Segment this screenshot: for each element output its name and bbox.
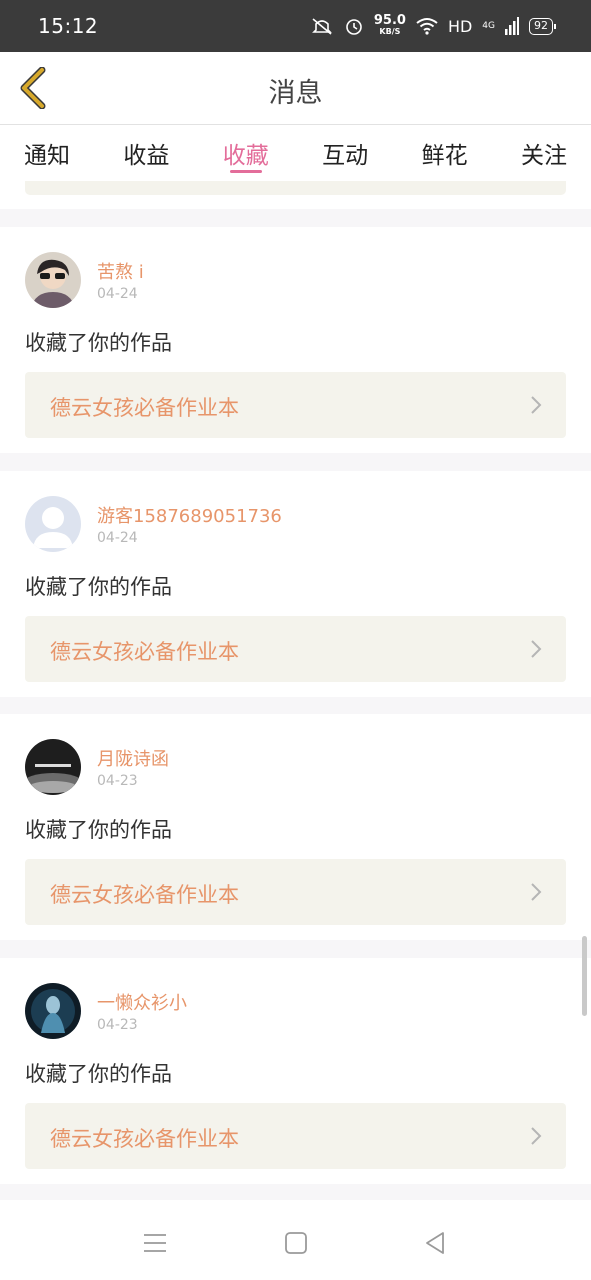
username[interactable]: 月陇诗函 [97,745,169,771]
alarm-icon [346,19,362,35]
tab-flowers[interactable]: 鲜花 [422,126,468,181]
signal-icon [505,17,519,35]
work-link[interactable]: 德云女孩必备作业本 [25,372,566,438]
page-title: 消息 [268,78,323,109]
tab-following[interactable]: 关注 [521,126,567,181]
scrollbar[interactable] [582,936,587,1016]
work-title: 德云女孩必备作业本 [50,640,239,664]
status-icons: 95.0 KB/S HD 4G 92 [310,13,556,37]
battery-indicator: 92 [529,17,556,35]
system-nav-bar [0,1200,591,1280]
speed-unit: KB/S [379,27,401,36]
message-feed[interactable]: 苦熬 i 04-24 收藏了你的作品 德云女孩必备作业本 游客158768905… [0,181,591,1200]
tab-notifications[interactable]: 通知 [24,126,70,181]
avatar[interactable] [25,496,81,552]
mute-icon [311,18,332,35]
back-triangle-icon[interactable] [422,1230,448,1256]
timestamp: 04-24 [97,530,138,546]
partial-work-link[interactable] [25,181,566,195]
tab-earnings[interactable]: 收益 [123,126,169,181]
message-card: 一懒众衫小 04-23 收藏了你的作品 德云女孩必备作业本 [0,958,591,1184]
chevron-right-icon [531,396,542,414]
chevron-right-icon [531,1127,542,1145]
username[interactable]: 一懒众衫小 [97,989,187,1015]
partial-card [0,181,591,209]
timestamp: 04-23 [97,1017,138,1033]
action-text: 收藏了你的作品 [25,1062,172,1086]
timestamp: 04-23 [97,773,138,789]
work-link[interactable]: 德云女孩必备作业本 [25,1103,566,1169]
username[interactable]: 游客1587689051736 [97,502,282,528]
speed-value: 95.0 [373,13,406,28]
hd-indicator: HD [447,16,473,36]
user-photo-icon [25,252,81,308]
network-type: 4G [482,20,495,31]
message-card: 苦熬 i 04-24 收藏了你的作品 德云女孩必备作业本 [0,227,591,453]
default-user-icon [25,496,81,552]
avatar[interactable] [25,252,81,308]
timestamp: 04-24 [97,286,138,302]
home-icon[interactable] [283,1230,309,1256]
tab-bar: 通知 收益 收藏 互动 鲜花 关注 [0,126,591,181]
wifi-icon [416,18,438,35]
dark-photo-icon [25,739,81,795]
blue-photo-icon [25,983,81,1039]
chevron-right-icon [531,640,542,658]
message-card: 月陇诗函 04-23 收藏了你的作品 德云女孩必备作业本 [0,714,591,940]
chevron-right-icon [531,883,542,901]
work-link[interactable]: 德云女孩必备作业本 [25,616,566,682]
message-card: 游客1587689051736 04-24 收藏了你的作品 德云女孩必备作业本 [0,471,591,697]
work-title: 德云女孩必备作业本 [50,396,239,420]
work-title: 德云女孩必备作业本 [50,1127,239,1151]
work-link[interactable]: 德云女孩必备作业本 [25,859,566,925]
network-speed: 95.0 KB/S [373,13,406,37]
status-bar: 15:12 95.0 KB/S HD 4G 92 [0,0,591,52]
avatar[interactable] [25,739,81,795]
work-title: 德云女孩必备作业本 [50,883,239,907]
action-text: 收藏了你的作品 [25,331,172,355]
tab-interactions[interactable]: 互动 [322,126,368,181]
header: 消息 [0,52,591,125]
avatar[interactable] [25,983,81,1039]
status-time: 15:12 [38,14,99,38]
action-text: 收藏了你的作品 [25,818,172,842]
menu-icon[interactable] [142,1230,168,1256]
action-text: 收藏了你的作品 [25,575,172,599]
tab-favorites[interactable]: 收藏 [223,126,269,181]
username[interactable]: 苦熬 i [97,258,144,284]
